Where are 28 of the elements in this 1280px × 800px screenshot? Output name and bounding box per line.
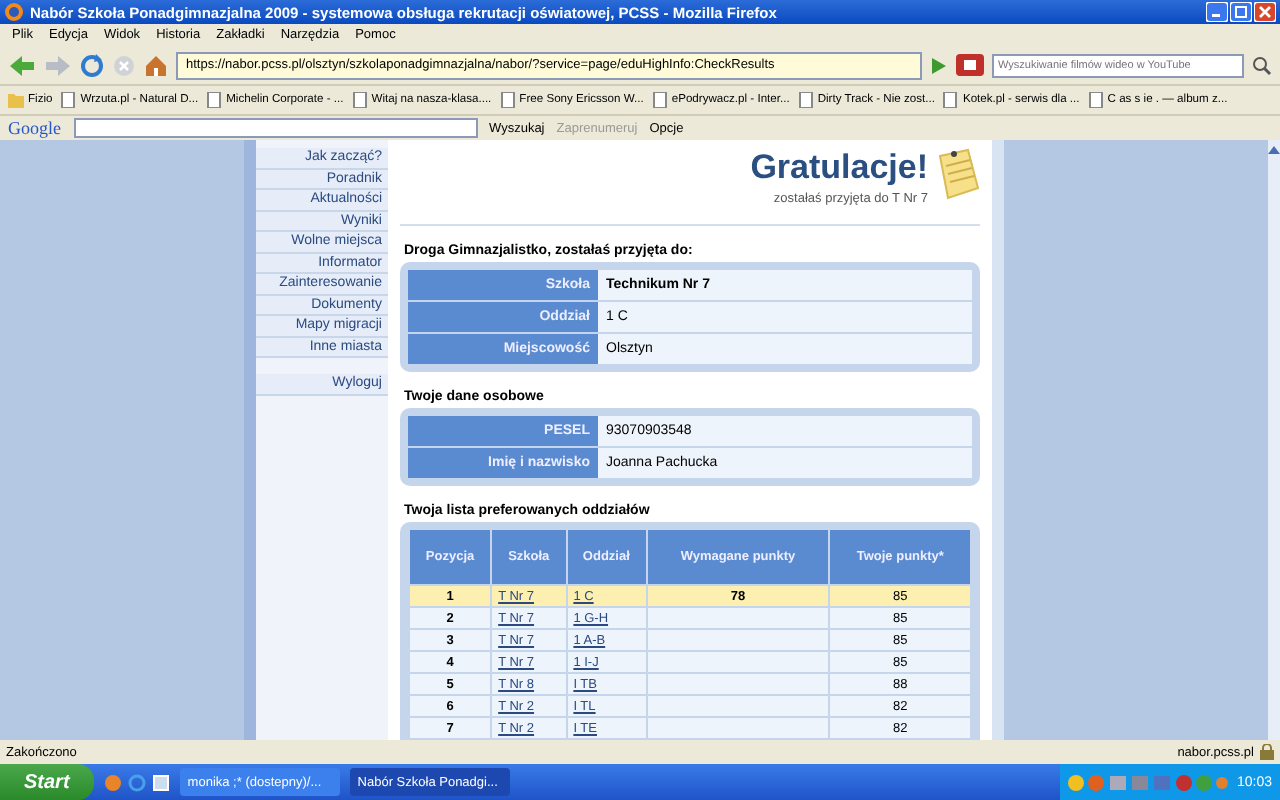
scroll-up-icon[interactable] [1268, 144, 1280, 156]
page-icon [499, 92, 516, 108]
lock-icon [1260, 744, 1274, 760]
close-icon[interactable] [1254, 2, 1276, 22]
page-icon [1087, 92, 1104, 108]
go-arrow-icon[interactable] [930, 55, 948, 75]
minimize-icon[interactable] [1206, 2, 1228, 22]
reload-icon[interactable] [80, 53, 104, 77]
video-icon[interactable] [956, 54, 984, 76]
search-icon[interactable] [1252, 55, 1272, 75]
globe-icon [4, 2, 24, 22]
page-icon [797, 92, 814, 108]
page-icon [351, 92, 368, 108]
page-title: Gratulacje! [750, 148, 928, 188]
google-search-field[interactable] [73, 118, 477, 138]
back-arrow-icon[interactable] [8, 53, 36, 77]
desktop-icon[interactable] [151, 773, 170, 791]
maximize-icon[interactable] [1230, 2, 1252, 22]
note-icon [936, 148, 980, 200]
folder-icon [8, 92, 24, 108]
page-icon [206, 92, 223, 108]
start-button[interactable]: Start [0, 764, 94, 800]
home-icon[interactable] [144, 53, 168, 77]
page-icon [651, 92, 668, 108]
page-icon [60, 92, 77, 108]
google-logo[interactable]: Google [8, 118, 61, 138]
page-icon [942, 92, 959, 108]
scrollbar[interactable] [1268, 140, 1280, 740]
